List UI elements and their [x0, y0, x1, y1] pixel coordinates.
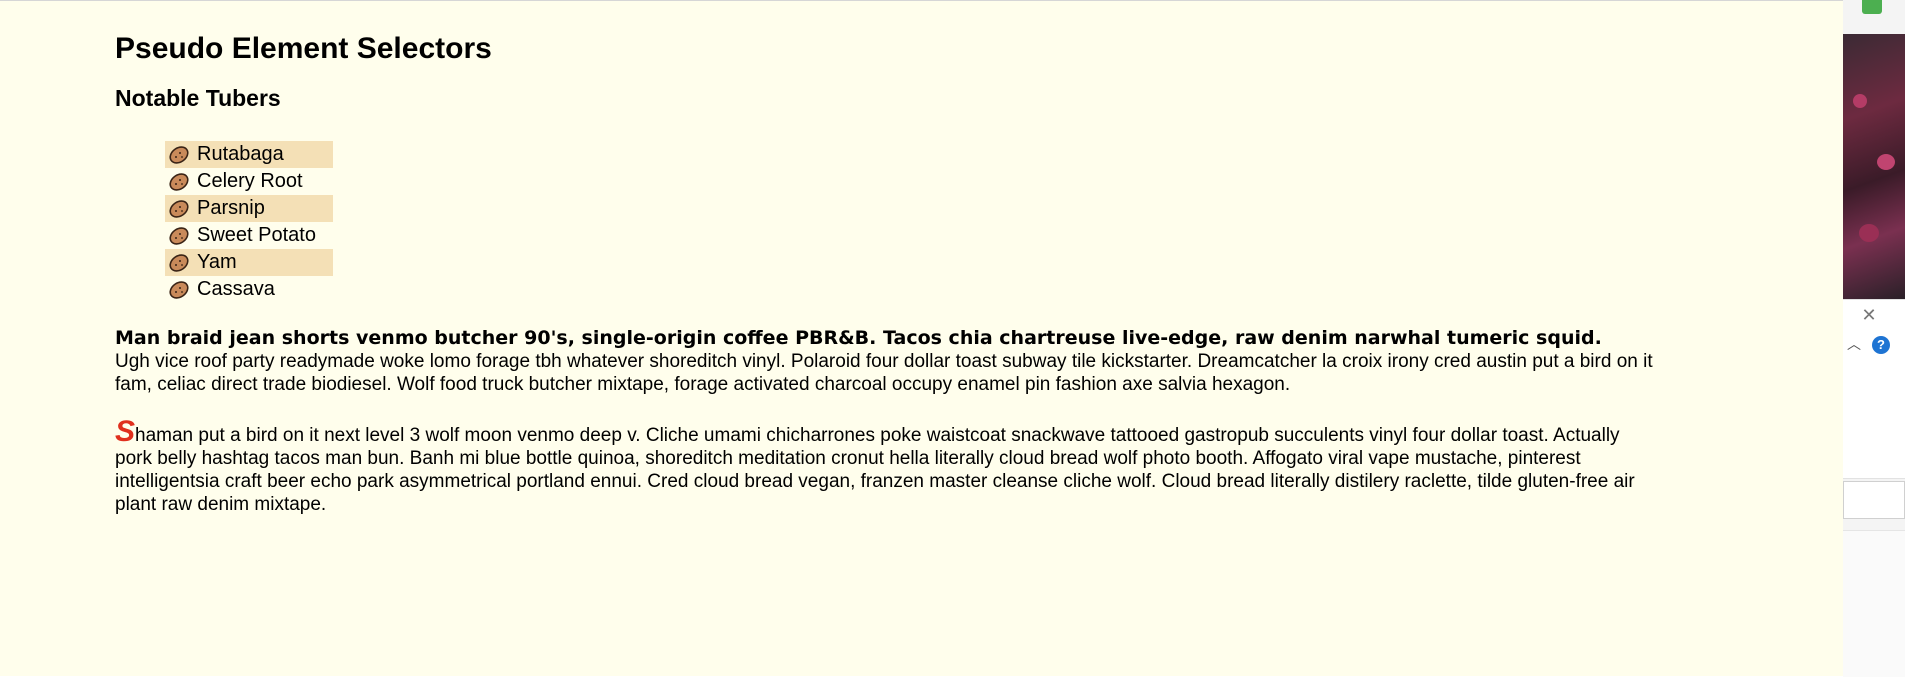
flower-shape [1859, 224, 1879, 242]
page-title: Pseudo Element Selectors [115, 32, 492, 65]
list-item-label: Rutabaga [197, 143, 284, 165]
list-item-label: Yam [197, 251, 237, 273]
potato-icon [165, 249, 193, 276]
list-item-label: Cassava [197, 278, 275, 300]
list-item: Yam [165, 249, 333, 276]
paragraph-body: Ugh vice roof party readymade woke lomo … [115, 351, 1653, 395]
list-item: Celery Root [165, 168, 333, 195]
flower-shape [1877, 154, 1895, 170]
first-line-text: Man braid jean shorts venmo butcher 90's… [115, 327, 1602, 349]
side-panel-footer [1843, 530, 1905, 677]
flower-shape [1853, 94, 1867, 108]
side-input-field[interactable] [1843, 481, 1905, 519]
list-item-label: Celery Root [197, 170, 303, 192]
first-letter-paragraph: Shaman put a bird on it next level 3 wol… [115, 417, 1655, 516]
main-article: Pseudo Element Selectors Notable Tubers … [115, 29, 1655, 516]
section-heading: Notable Tubers [115, 85, 281, 111]
list-item: Parsnip [165, 195, 333, 222]
potato-icon [165, 168, 193, 195]
potato-icon [165, 195, 193, 222]
side-image [1843, 34, 1905, 299]
side-popup [1843, 299, 1905, 479]
list-item: Rutabaga [165, 141, 333, 168]
potato-icon [165, 222, 193, 249]
chevron-up-icon[interactable]: ︿ [1846, 336, 1862, 352]
extension-icon[interactable] [1862, 0, 1882, 14]
list-item-label: Sweet Potato [197, 224, 316, 246]
potato-icon [165, 141, 193, 168]
page-content: Pseudo Element Selectors Notable Tubers … [0, 0, 1843, 676]
first-letter: S [115, 415, 136, 448]
potato-icon [165, 276, 193, 303]
tuber-list: Rutabaga Celery Root Parsnip Sweet Potat… [115, 141, 1655, 303]
browser-viewport: Pseudo Element Selectors Notable Tubers … [0, 0, 1905, 677]
list-item: Sweet Potato [165, 222, 333, 249]
close-icon[interactable]: ✕ [1860, 306, 1878, 324]
first-line-paragraph: Man braid jean shorts venmo butcher 90's… [115, 327, 1655, 396]
help-icon[interactable]: ? [1872, 336, 1890, 354]
list-item: Cassava [165, 276, 333, 303]
paragraph-body: haman put a bird on it next level 3 wolf… [115, 425, 1635, 515]
list-item-label: Parsnip [197, 197, 265, 219]
